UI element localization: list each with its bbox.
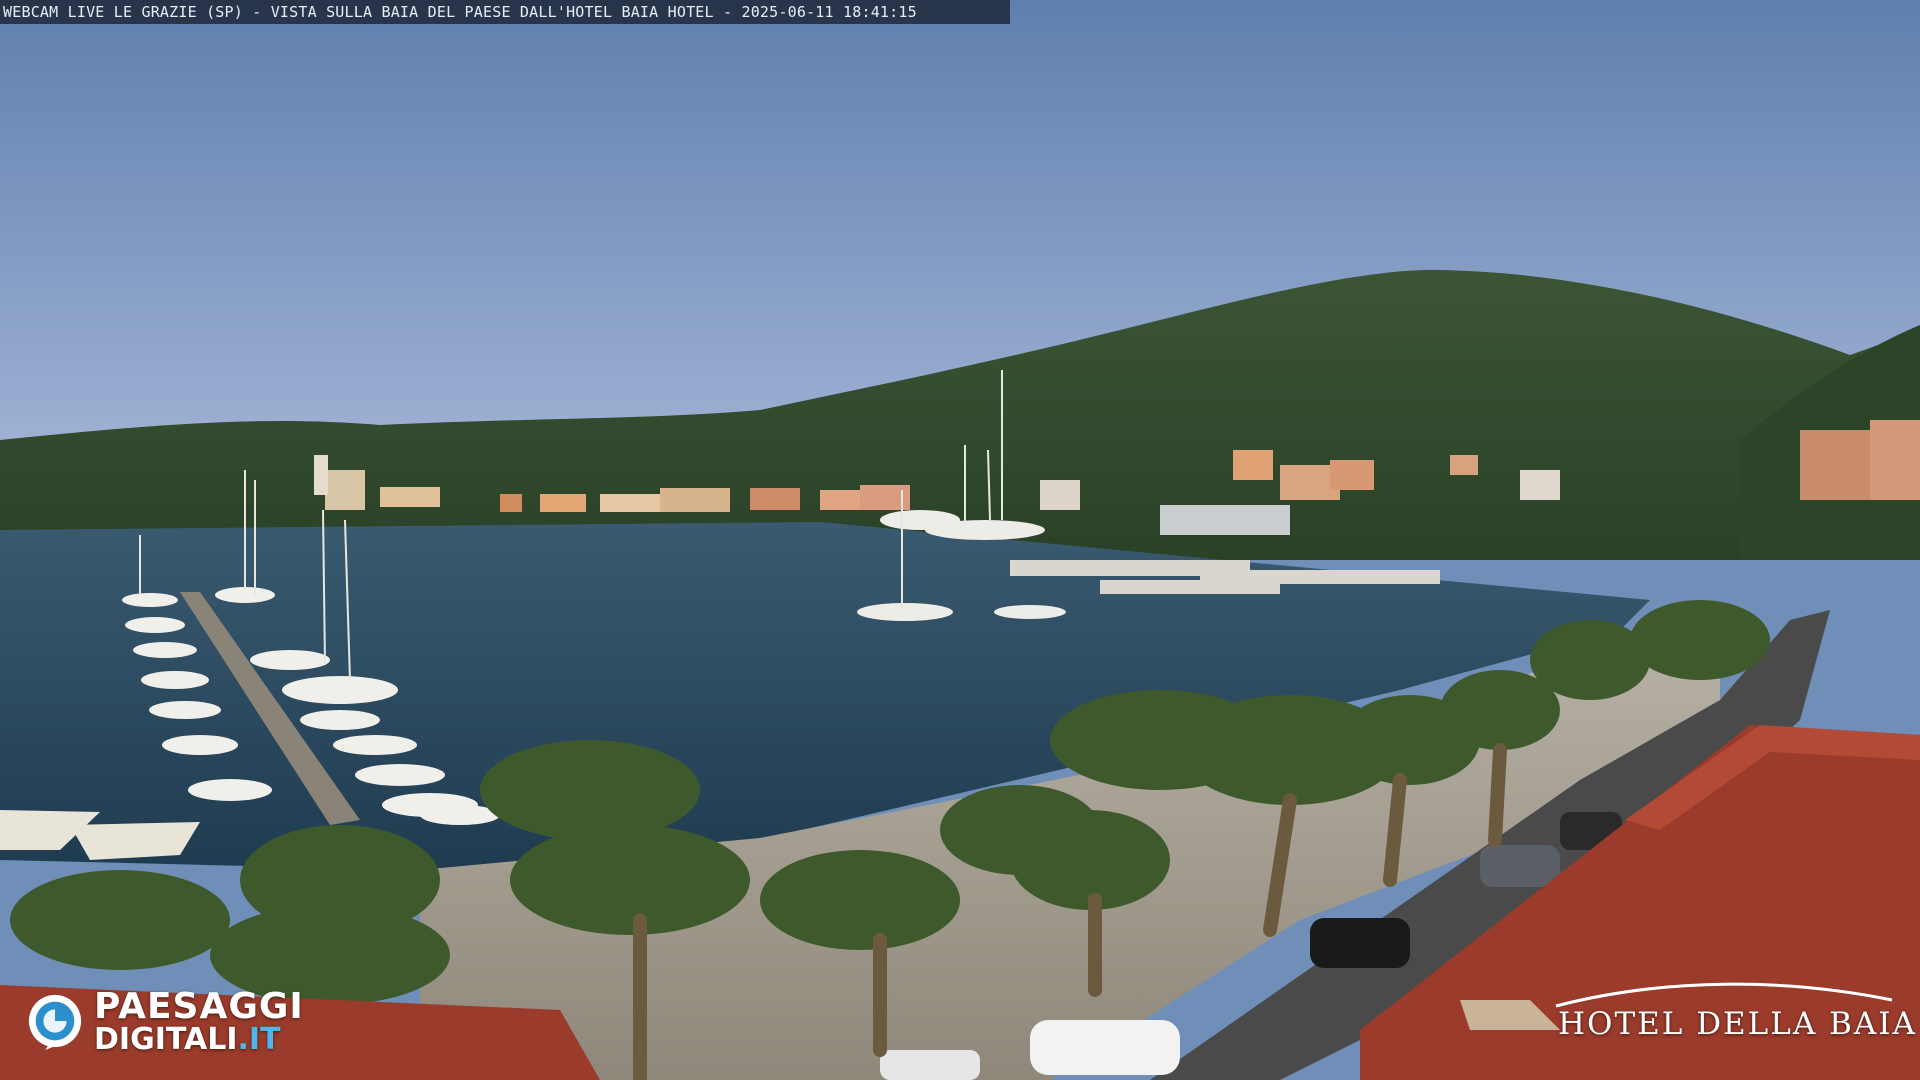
logo-text-tld: .IT (237, 1022, 281, 1057)
logo-text-line1: PAESAGGI (94, 986, 304, 1027)
paesaggi-digitali-logo: PAESAGGI DIGITALI.IT (26, 988, 336, 1058)
webcam-caption-banner: WEBCAM LIVE LE GRAZIE (SP) - VISTA SULLA… (0, 0, 1010, 24)
webcam-scene (0, 0, 1920, 1080)
webcam-caption: WEBCAM LIVE LE GRAZIE (SP) - VISTA SULLA… (3, 3, 917, 21)
hotel-della-baia-logo: HOTEL DELLA BAIA (1548, 980, 1915, 1050)
logo-text-main: DIGITALI (94, 1022, 238, 1057)
camera-lens-icon (28, 994, 82, 1050)
hotel-logo-text: HOTEL DELLA BAIA (1558, 1006, 1917, 1042)
logo-text-line2: DIGITALI.IT (94, 1024, 281, 1056)
